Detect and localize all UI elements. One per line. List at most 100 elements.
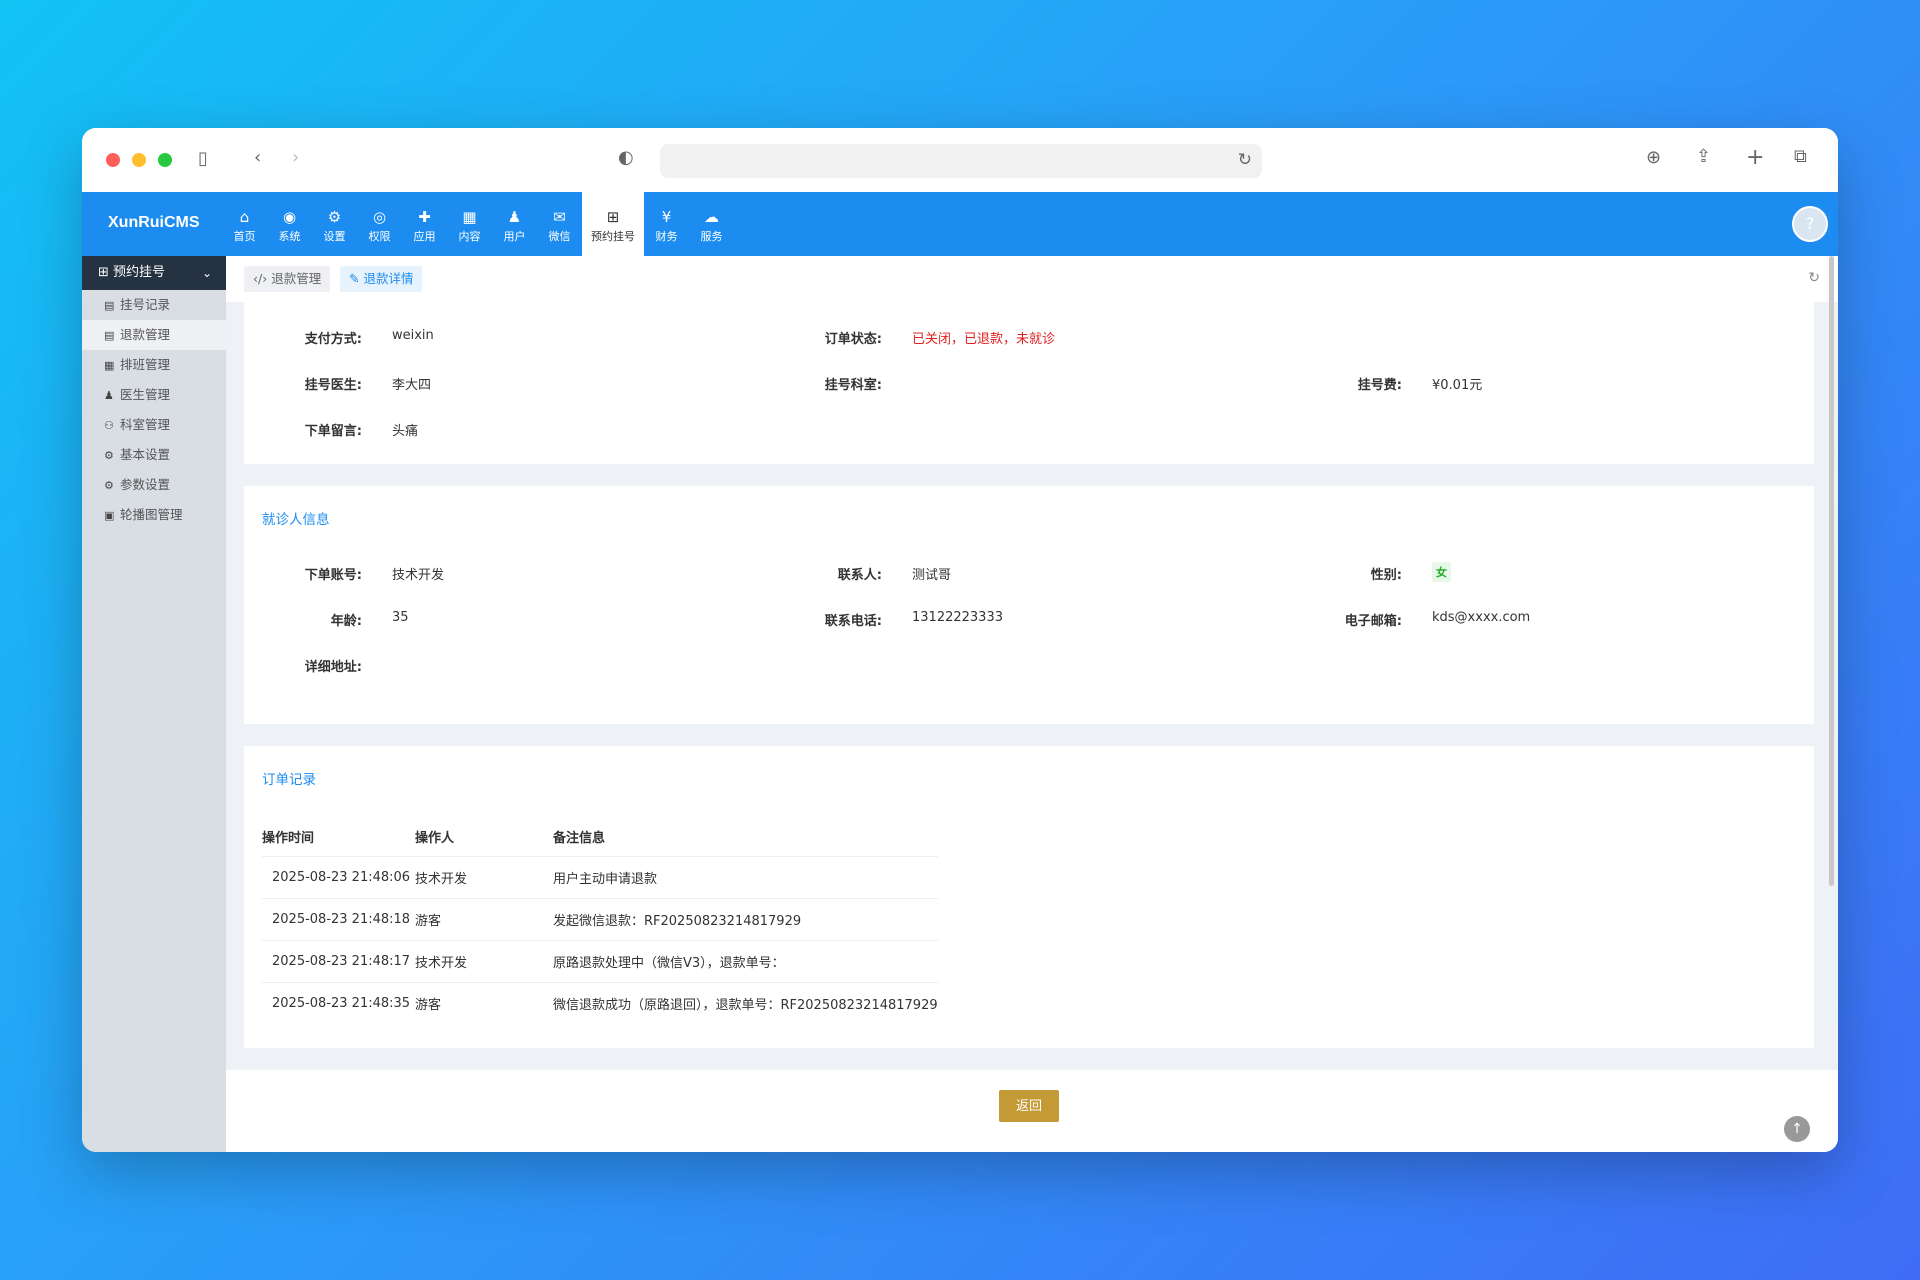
tab-label: 退款详情 [363, 271, 414, 286]
cell-operator: 游客 [415, 897, 553, 940]
fee-value: ¥0.01元 [1432, 378, 1483, 393]
phone-label: 联系电话: [824, 614, 882, 629]
sidebar-item-schedule[interactable]: ▦ 排班管理 [82, 350, 226, 380]
nav-apps[interactable]: ✚ 应用 [402, 192, 447, 256]
reload-icon[interactable]: ↻ [1238, 150, 1252, 170]
sidebar-item-doctors[interactable]: ♟ 医生管理 [82, 380, 226, 410]
window-controls [106, 153, 172, 167]
forward-icon[interactable]: › [292, 147, 299, 168]
pay-method-value: weixin [392, 328, 434, 343]
gender-label: 性别: [1370, 568, 1402, 583]
app-logo[interactable]: XunRuiCMS [108, 214, 200, 232]
nav-label: 用户 [503, 230, 526, 243]
sidebar-item-label: 参数设置 [120, 477, 171, 492]
sidebar-item-param-settings[interactable]: ⚙ 参数设置 [82, 470, 226, 500]
sidebar-item-basic-settings[interactable]: ⚙ 基本设置 [82, 440, 226, 470]
share-icon[interactable]: ⇪ [1696, 146, 1711, 167]
home-icon: ⌂ [239, 208, 250, 226]
download-icon[interactable]: ⊕ [1646, 147, 1661, 168]
tab-refund-detail[interactable]: ✎ 退款详情 [340, 266, 423, 292]
fee-label: 挂号费: [1357, 378, 1402, 393]
code-icon: ‹/› [253, 271, 272, 286]
email-value: kds@xxxx.com [1432, 610, 1531, 625]
grid-icon: ▦ [462, 208, 477, 226]
table-row: 2025-08-23 21:48:06 技术开发 用户主动申请退款 [262, 855, 938, 898]
nav-system[interactable]: ◉ 系统 [267, 192, 312, 256]
puzzle-icon: ✚ [418, 208, 431, 226]
sitemap-icon: ⚇ [104, 419, 114, 432]
patient-section-title: 就诊人信息 [262, 512, 330, 528]
patient-info-panel: 就诊人信息 下单账号: 技术开发 联系人: 测试哥 性别: 女 年龄: 35 联… [244, 486, 1814, 724]
tab-overview-icon[interactable]: ⧉ [1794, 146, 1807, 167]
nav-label: 系统 [278, 230, 301, 243]
nav-label: 财务 [655, 230, 678, 243]
nav-wechat[interactable]: ✉ 微信 [537, 192, 582, 256]
table-header-row: 操作时间 操作人 备注信息 [262, 818, 938, 856]
column-header: 操作人 [415, 831, 455, 847]
nav-label: 首页 [233, 230, 256, 243]
zoom-window-button[interactable] [158, 153, 172, 167]
contact-value: 测试哥 [912, 568, 952, 583]
nav-users[interactable]: ♟ 用户 [492, 192, 537, 256]
close-window-button[interactable] [106, 153, 120, 167]
sidebar-item-departments[interactable]: ⚇ 科室管理 [82, 410, 226, 440]
cell-note: 原路退款处理中（微信V3），退款单号： [553, 939, 938, 982]
nav-label: 权限 [368, 230, 391, 243]
sidebar-item-carousel[interactable]: ▣ 轮播图管理 [82, 500, 226, 530]
user-avatar[interactable]: ? [1792, 206, 1828, 242]
nav-label: 微信 [548, 230, 571, 243]
order-status-value: 已关闭，已退款，未就诊 [912, 332, 1056, 347]
top-nav: ⌂ 首页 ◉ 系统 ⚙ 设置 ◎ 权限 ✚ 应用 ▦ 内容 ♟ 用户 ✉ 微信 ⊞ 预约挂号 ¥ 财… [222, 192, 734, 256]
phone-value: 13122223333 [912, 610, 1003, 625]
gear-icon: ⚙ [104, 479, 114, 492]
privacy-shield-icon[interactable]: ◐ [618, 147, 634, 168]
form-footer: 返回 ↑ [226, 1070, 1838, 1152]
contact-label: 联系人: [837, 568, 882, 583]
sidebar-toggle-icon[interactable]: ▯ [198, 148, 208, 169]
order-note-value: 头痛 [392, 424, 419, 439]
scroll-to-top-icon[interactable]: ↑ [1784, 1116, 1810, 1142]
refresh-icon[interactable]: ↻ [1808, 270, 1820, 286]
sidebar-item-registrations[interactable]: ▤ 挂号记录 [82, 290, 226, 320]
file-icon: ▤ [104, 329, 115, 342]
nav-home[interactable]: ⌂ 首页 [222, 192, 267, 256]
globe-icon: ◉ [282, 208, 297, 226]
sidebar-item-label: 基本设置 [120, 447, 171, 462]
table-row: 2025-08-23 21:48:35 游客 微信退款成功（原路退回），退款单号… [262, 981, 938, 1024]
nav-label: 设置 [323, 230, 346, 243]
edit-icon: ✎ [349, 271, 364, 286]
nav-appointment[interactable]: ⊞ 预约挂号 [582, 192, 644, 256]
new-tab-icon[interactable]: + [1746, 145, 1764, 170]
minimize-window-button[interactable] [132, 153, 146, 167]
doctor-value: 李大四 [392, 378, 432, 393]
nav-label: 内容 [458, 230, 481, 243]
nav-finance[interactable]: ¥ 财务 [644, 192, 689, 256]
address-bar[interactable]: ↻ [660, 144, 1262, 178]
account-label: 下单账号: [304, 568, 362, 583]
sidebar-section-header[interactable]: ⊞ 预约挂号 ⌄ [82, 256, 226, 290]
nav-settings[interactable]: ⚙ 设置 [312, 192, 357, 256]
age-value: 35 [392, 610, 409, 625]
file-icon: ▤ [104, 299, 115, 312]
cell-note: 用户主动申请退款 [553, 855, 938, 898]
browser-window: ▯ ‹ › ◐ ↻ ⊕ ⇪ + ⧉ XunRuiCMS ⌂ 首页 ◉ 系统 ⚙ 设置 … [82, 128, 1838, 1152]
app-header: XunRuiCMS ⌂ 首页 ◉ 系统 ⚙ 设置 ◎ 权限 ✚ 应用 ▦ 内容 ♟ 用户 ✉ 微… [82, 192, 1838, 256]
back-button[interactable]: 返回 [999, 1090, 1059, 1122]
scrollbar[interactable] [1829, 256, 1834, 886]
account-value: 技术开发 [392, 568, 445, 583]
medkit-icon: ⊞ [606, 208, 620, 226]
cell-operator: 游客 [415, 981, 553, 1024]
back-icon[interactable]: ‹ [254, 147, 261, 168]
nav-permissions[interactable]: ◎ 权限 [357, 192, 402, 256]
sidebar-item-refunds[interactable]: ▤ 退款管理 [82, 320, 226, 350]
medkit-icon: ⊞ [98, 265, 114, 280]
nav-content[interactable]: ▦ 内容 [447, 192, 492, 256]
email-label: 电子邮箱: [1344, 614, 1402, 629]
sidebar-item-label: 退款管理 [120, 327, 171, 342]
cell-operator: 技术开发 [415, 855, 553, 898]
cell-time: 2025-08-23 21:48:17 [262, 939, 415, 982]
nav-services[interactable]: ☁ 服务 [689, 192, 734, 256]
tab-refund-management[interactable]: ‹/› 退款管理 [244, 266, 331, 292]
nav-label: 预约挂号 [591, 230, 635, 243]
yen-icon: ¥ [661, 208, 672, 226]
